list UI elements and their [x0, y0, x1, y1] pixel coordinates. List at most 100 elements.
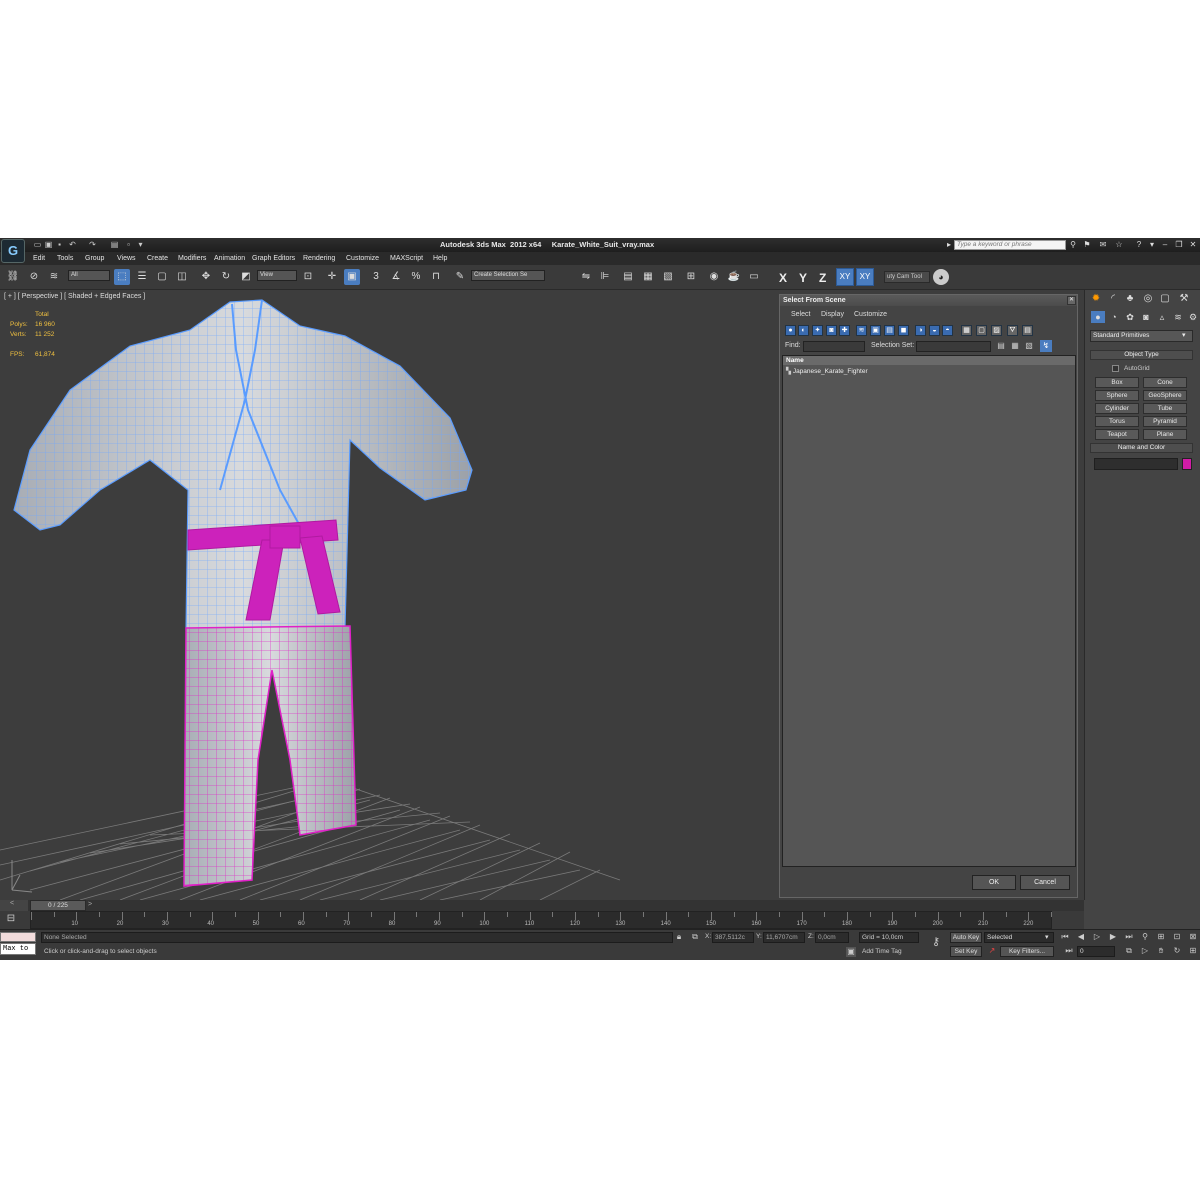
box-button[interactable]: Box [1095, 377, 1139, 388]
chevron-right-icon[interactable]: ▸ [944, 240, 954, 250]
time-prev-icon[interactable]: < [0, 900, 28, 911]
axis-xy-cycle-button[interactable]: XY [856, 268, 874, 286]
menu-modifiers[interactable]: Modifiers [178, 255, 206, 262]
cancel-button[interactable]: Cancel [1020, 875, 1070, 890]
cone-button[interactable]: Cone [1143, 377, 1187, 388]
select-manipulate-icon[interactable]: ✛ [324, 269, 340, 285]
play-icon[interactable]: ▷ [1092, 932, 1102, 942]
angle-snap-icon[interactable]: ∡ [388, 269, 404, 285]
shapes-icon[interactable]: ◔ [1107, 311, 1121, 323]
material-editor-icon[interactable]: ◉ [706, 269, 722, 285]
subscription-icon[interactable]: ⚑ [1082, 240, 1092, 250]
menu-customize[interactable]: Customize [346, 255, 379, 262]
zoom-extents-all-icon[interactable]: ⊠ [1188, 932, 1198, 942]
key-icon[interactable]: ⚷ [925, 935, 947, 953]
teapot-button[interactable]: Teapot [1095, 429, 1139, 440]
binoculars-icon[interactable]: ⚲ [1068, 240, 1078, 250]
z-coordinate[interactable]: 0,0cm [815, 932, 849, 943]
cylinder-button[interactable]: Cylinder [1095, 403, 1139, 414]
cam-tool-button[interactable]: uty Cam Tool [884, 271, 930, 283]
favorites-icon[interactable]: ☆ [1114, 240, 1124, 250]
undo-icon[interactable]: ↶ [68, 240, 77, 249]
utilities-tab-icon[interactable]: ⚒ [1177, 292, 1191, 306]
percent-snap-icon[interactable]: % [408, 269, 424, 285]
prev-frame-icon[interactable]: ◀ [1076, 932, 1086, 942]
display-helpers-icon[interactable]: ✚ [839, 325, 850, 336]
scale-icon[interactable]: ◩ [238, 269, 254, 285]
link-icon[interactable]: ⛓ [5, 269, 21, 285]
time-slider-thumb[interactable]: 0 / 225 [30, 900, 86, 911]
bind-spacewarp-icon[interactable]: ≋ [46, 269, 62, 285]
display-invert-icon[interactable]: ◓ [942, 325, 953, 336]
autogrid-checkbox[interactable] [1112, 365, 1119, 372]
modify-tab-icon[interactable]: ◜ [1106, 292, 1120, 306]
display-xrefs-icon[interactable]: ▤ [884, 325, 895, 336]
maxscript-mini-listener[interactable]: Max to [0, 943, 36, 955]
lights-icon[interactable]: ✿ [1123, 311, 1137, 323]
default-tangent-icon[interactable]: ↗ [987, 946, 997, 956]
display-cameras-icon[interactable]: ◙ [826, 325, 837, 336]
display-bones-icon[interactable]: ◼ [898, 325, 909, 336]
select-all-icon[interactable]: ▦ [961, 325, 972, 336]
dependents-icon[interactable]: ▧ [1024, 341, 1034, 351]
systems-icon[interactable]: ⚙ [1186, 311, 1200, 323]
torus-button[interactable]: Torus [1095, 416, 1139, 427]
menu-animation[interactable]: Animation [214, 255, 245, 262]
hold-icon[interactable]: ▤ [110, 240, 119, 249]
align-icon[interactable]: ⊫ [597, 269, 613, 285]
qa-dropdown-icon[interactable]: ▾ [136, 240, 145, 249]
find-input[interactable] [803, 341, 865, 352]
list-item[interactable]: ▚ Japanese_Karate_Fighter [786, 367, 868, 375]
rect-selection-icon[interactable]: ▢ [154, 269, 170, 285]
time-next-icon[interactable]: > [88, 901, 92, 908]
geometry-icon[interactable]: ● [1091, 311, 1105, 323]
open-icon[interactable]: ▣ [44, 240, 53, 249]
menu-tools[interactable]: Tools [57, 255, 73, 262]
key-mode-toggle-icon[interactable]: ⏭ [1064, 946, 1074, 956]
dialog-close-icon[interactable]: ✕ [1067, 296, 1076, 305]
restore-icon[interactable]: ❐ [1174, 240, 1184, 250]
auto-key-button[interactable]: Auto Key [950, 932, 982, 943]
zoom-icon[interactable]: ⚲ [1140, 932, 1150, 942]
select-by-name-icon[interactable]: ☰ [134, 269, 150, 285]
menu-views[interactable]: Views [117, 255, 136, 262]
rotate-icon[interactable]: ↻ [218, 269, 234, 285]
menu-graph-editors[interactable]: Graph Editors [252, 255, 295, 262]
selection-filter-dropdown[interactable]: All [68, 270, 110, 281]
menu-group[interactable]: Group [85, 255, 104, 262]
maxscript-listener-top[interactable] [0, 932, 36, 942]
named-selection-dropdown[interactable]: Create Selection Se [471, 270, 545, 281]
geosphere-button[interactable]: GeoSphere [1143, 390, 1187, 401]
motion-tab-icon[interactable]: ◎ [1141, 292, 1155, 306]
display-shapes-icon[interactable]: ◐ [798, 325, 809, 336]
sphere-button[interactable]: Sphere [1095, 390, 1139, 401]
selection-set-dropdown[interactable] [916, 341, 991, 352]
transform-mode-icon[interactable]: ⧉ [690, 932, 700, 942]
display-none-icon[interactable]: ◒ [929, 325, 940, 336]
key-mode-dropdown[interactable]: Selected [984, 932, 1054, 943]
mini-curve-editor-icon[interactable]: ⊟ [4, 913, 18, 927]
goto-end-icon[interactable]: ⏭ [1124, 932, 1134, 942]
select-object-icon[interactable]: ⬚ [114, 269, 130, 285]
goto-start-icon[interactable]: ⏮ [1060, 932, 1070, 942]
display-groups-icon[interactable]: ▣ [870, 325, 881, 336]
fov-icon[interactable]: ▷ [1140, 946, 1150, 956]
time-tag-icon[interactable]: ▣ [846, 947, 856, 957]
save-icon[interactable]: ▪ [55, 240, 64, 249]
time-slider[interactable]: < 0 / 225 > [0, 900, 1084, 911]
axis-z[interactable]: Z [819, 271, 826, 285]
helpers-icon[interactable]: ▵ [1155, 311, 1169, 323]
y-coordinate[interactable]: 11,6707cm [763, 932, 805, 943]
camera-tool-icon[interactable]: ◕ [933, 269, 949, 285]
object-name-input[interactable] [1094, 458, 1178, 470]
viewport-label[interactable]: [ + ] [ Perspective ] [ Shaded + Edged F… [4, 293, 145, 300]
close-icon[interactable]: ✕ [1188, 240, 1198, 250]
next-frame-icon[interactable]: ▶ [1108, 932, 1118, 942]
menu-maxscript[interactable]: MAXScript [390, 255, 423, 262]
sort-icon[interactable]: ▤ [996, 341, 1006, 351]
window-crossing-icon[interactable]: ◫ [174, 269, 190, 285]
timeline-track[interactable]: 10 20 30 40 50 60 70 80 90 100 110 120 130 140 150 160 1… [30, 911, 1052, 929]
axis-xy-button[interactable]: XY [836, 268, 854, 286]
display-lights-icon[interactable]: ✦ [812, 325, 823, 336]
track-bar[interactable]: ⊟ 10 20 30 40 50 60 70 80 90 100 110 120 130 140 150 16… [0, 911, 1084, 929]
